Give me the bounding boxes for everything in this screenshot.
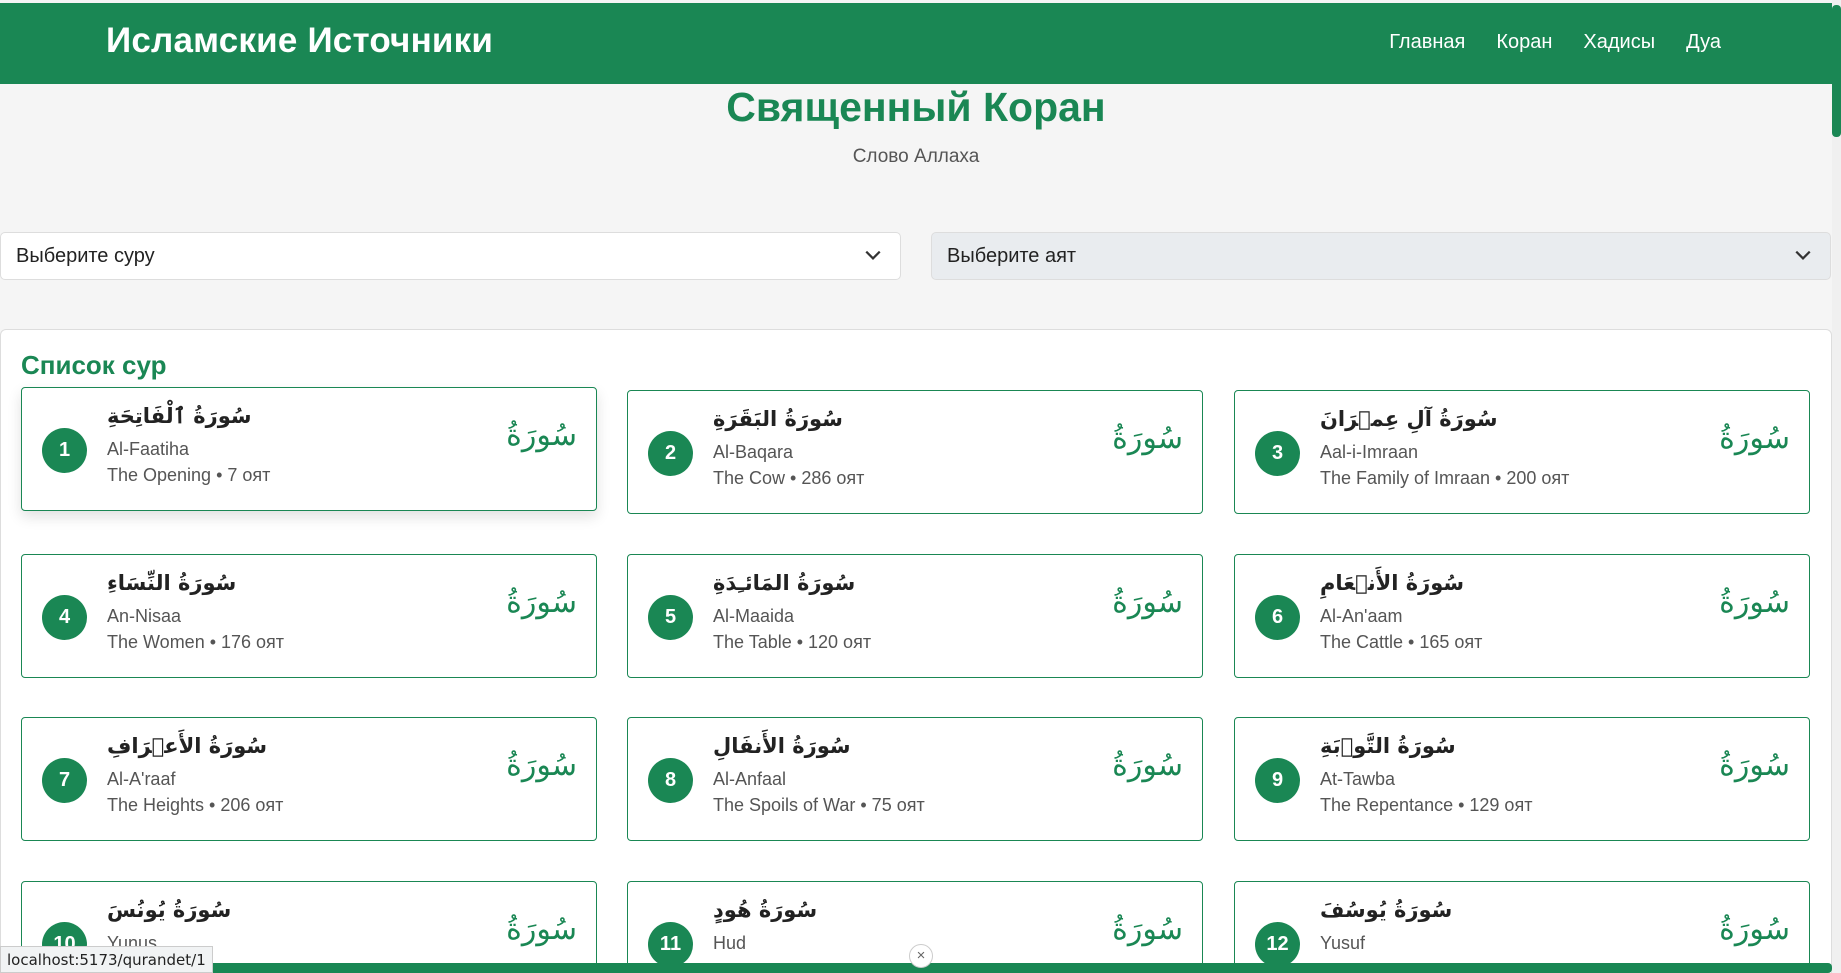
- sura-calligraphy: سُورَةُ: [506, 418, 577, 453]
- ayah-select-label: Выберите аят: [947, 244, 1077, 267]
- surah-meta: The Spoils of War • 75 оят: [713, 795, 925, 815]
- surah-meta: The Repentance • 129 оят: [1320, 795, 1533, 815]
- chevron-down-icon: [1795, 250, 1811, 260]
- surah-name: Al-A'raaf: [107, 769, 176, 789]
- surah-arabic-name: سُورَةُ المَائـِدَةِ: [713, 571, 856, 595]
- sura-calligraphy: سُورَةُ: [1112, 585, 1183, 620]
- surah-card[interactable]: 8 سُورَةُ الأَنفَالِ Al-Anfaal The Spoil…: [627, 717, 1203, 841]
- nav-menu: Главная Коран Хадисы Дуа: [1389, 31, 1721, 54]
- sura-calligraphy: سُورَةُ: [1719, 912, 1790, 947]
- surah-card[interactable]: 1 سُورَةُ ٱلْفَاتِحَةِ Al-Faatiha The Op…: [21, 387, 597, 511]
- surah-card[interactable]: 6 سُورَةُ الأَنۡعَامِ Al-An'aam The Catt…: [1234, 554, 1810, 678]
- surah-card[interactable]: 3 سُورَةُ آلِ عِمۡرَانَ Aal-i-Imraan The…: [1234, 390, 1810, 514]
- surah-name: Al-An'aam: [1320, 606, 1403, 626]
- surah-meta: The Opening • 7 оят: [107, 465, 271, 485]
- close-icon[interactable]: ×: [909, 944, 933, 968]
- surah-card[interactable]: 4 سُورَةُ النِّسَاءِ An-Nisaa The Women …: [21, 554, 597, 678]
- surah-arabic-name: سُورَةُ البَقَرَةِ: [713, 407, 843, 431]
- surah-arabic-name: سُورَةُ ٱلْفَاتِحَةِ: [107, 404, 252, 428]
- surah-number-badge: 1: [42, 428, 87, 473]
- surah-card[interactable]: 2 سُورَةُ البَقَرَةِ Al-Baqara The Cow •…: [627, 390, 1203, 514]
- surah-arabic-name: سُورَةُ النِّسَاءِ: [107, 571, 237, 595]
- nav-link-home[interactable]: Главная: [1389, 31, 1465, 54]
- surah-name: Al-Faatiha: [107, 439, 190, 459]
- surah-number-badge: 5: [648, 595, 693, 640]
- surah-arabic-name: سُورَةُ آلِ عِمۡرَانَ: [1320, 407, 1498, 431]
- sura-calligraphy: سُورَةُ: [1112, 748, 1183, 783]
- surah-arabic-name: سُورَةُ الأَنفَالِ: [713, 734, 851, 758]
- surah-name: Al-Baqara: [713, 442, 794, 462]
- surah-select-label: Выберите суру: [16, 244, 155, 267]
- surah-number-badge: 4: [42, 595, 87, 640]
- sura-calligraphy: سُورَةُ: [506, 912, 577, 947]
- surah-number-badge: 8: [648, 758, 693, 803]
- surah-name: Yusuf: [1320, 933, 1366, 953]
- surah-list-title: Список сур: [21, 350, 167, 380]
- surah-number-badge: 6: [1255, 595, 1300, 640]
- surah-name: At-Tawba: [1320, 769, 1396, 789]
- surah-card[interactable]: 12 سُورَةُ يُوسُفَ Yusuf سُورَةُ: [1234, 881, 1810, 973]
- chevron-down-icon: [865, 250, 881, 260]
- browser-status-url: localhost:5173/qurandet/1: [0, 946, 213, 973]
- sura-calligraphy: سُورَةُ: [1719, 748, 1790, 783]
- surah-meta: The Women • 176 оят: [107, 632, 285, 652]
- surah-number-badge: 12: [1255, 922, 1300, 967]
- surah-card[interactable]: 5 سُورَةُ المَائـِدَةِ Al-Maaida The Tab…: [627, 554, 1203, 678]
- nav-link-quran[interactable]: Коран: [1496, 31, 1552, 54]
- sura-calligraphy: سُورَةُ: [1719, 421, 1790, 456]
- surah-name: Al-Maaida: [713, 606, 795, 626]
- surah-name: Hud: [713, 933, 747, 953]
- surah-name: An-Nisaa: [107, 606, 182, 626]
- nav-link-hadith[interactable]: Хадисы: [1583, 31, 1655, 54]
- surah-meta: The Family of Imraan • 200 оят: [1320, 468, 1570, 488]
- surah-number-badge: 3: [1255, 431, 1300, 476]
- surah-arabic-name: سُورَةُ التَّوۡبَةِ: [1320, 734, 1456, 758]
- surah-card[interactable]: 9 سُورَةُ التَّوۡبَةِ At-Tawba The Repen…: [1234, 717, 1810, 841]
- page-scrollbar[interactable]: [1832, 0, 1841, 973]
- surah-number-badge: 7: [42, 758, 87, 803]
- page-subtitle: Слово Аллаха: [852, 146, 980, 167]
- sura-calligraphy: سُورَةُ: [506, 748, 577, 783]
- nav-link-dua[interactable]: Дуа: [1686, 31, 1721, 54]
- surah-number-badge: 2: [648, 431, 693, 476]
- sura-calligraphy: سُورَةُ: [1719, 585, 1790, 620]
- scrollbar-thumb[interactable]: [1832, 5, 1841, 137]
- surah-card[interactable]: 7 سُورَةُ الأَعۡرَافِ Al-A'raaf The Heig…: [21, 717, 597, 841]
- surah-meta: The Table • 120 оят: [713, 632, 872, 652]
- surah-meta: The Heights • 206 оят: [107, 795, 284, 815]
- surah-select[interactable]: Выберите суру: [0, 232, 901, 280]
- sura-calligraphy: سُورَةُ: [506, 585, 577, 620]
- surah-meta: The Cattle • 165 оят: [1320, 632, 1483, 652]
- surah-meta: The Cow • 286 оят: [713, 468, 865, 488]
- sura-calligraphy: سُورَةُ: [1112, 912, 1183, 947]
- surah-arabic-name: سُورَةُ الأَعۡرَافِ: [107, 734, 268, 758]
- surah-number-badge: 9: [1255, 758, 1300, 803]
- brand-logo[interactable]: Исламские Источники: [106, 21, 493, 61]
- surah-name: Aal-i-Imraan: [1320, 442, 1419, 462]
- surah-number-badge: 11: [648, 922, 693, 967]
- surah-arabic-name: سُورَةُ هُودٍ: [713, 898, 818, 922]
- surah-name: Al-Anfaal: [713, 769, 787, 789]
- ayah-select[interactable]: Выберите аят: [931, 232, 1831, 280]
- surah-arabic-name: سُورَةُ يُونُسَ: [107, 898, 232, 922]
- sura-calligraphy: سُورَةُ: [1112, 421, 1183, 456]
- surah-arabic-name: سُورَةُ يُوسُفَ: [1320, 898, 1453, 922]
- page-title: Священный Коран: [726, 84, 1106, 130]
- navbar: Исламские Источники Главная Коран Хадисы…: [0, 3, 1832, 84]
- surah-arabic-name: سُورَةُ الأَنۡعَامِ: [1320, 571, 1465, 595]
